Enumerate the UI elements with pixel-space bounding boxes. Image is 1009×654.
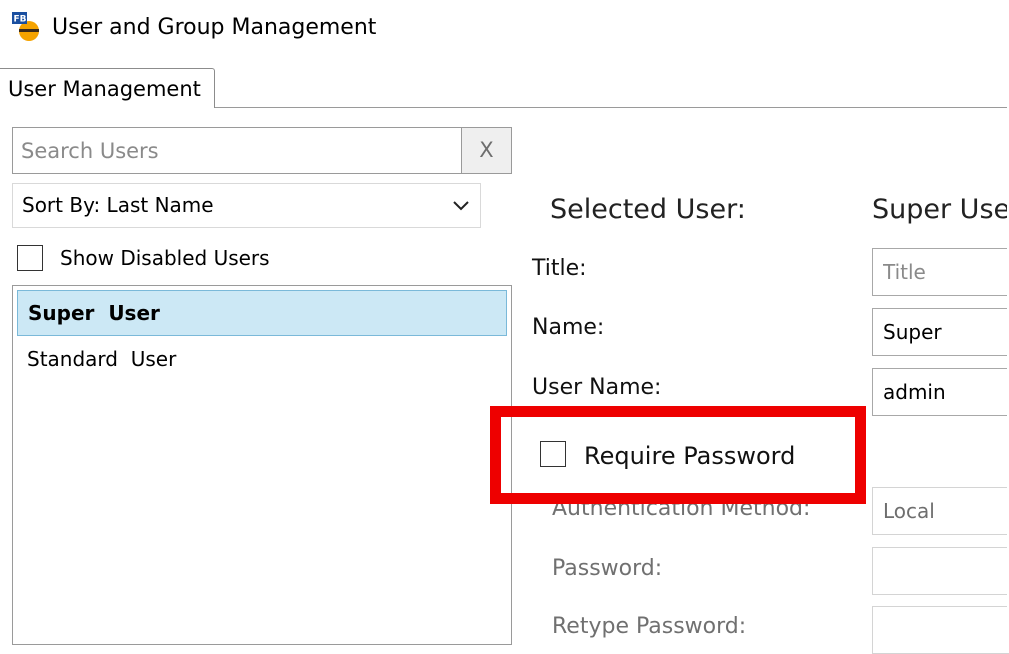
title-field[interactable]: [872, 248, 1009, 296]
app-logo-letters: FB: [14, 15, 27, 25]
tab-strip-divider: [215, 107, 1009, 108]
clear-search-button[interactable]: X: [461, 127, 512, 174]
user-list: Super User Standard User: [12, 285, 512, 645]
user-name-label: User Name:: [532, 375, 662, 400]
show-disabled-users-label: Show Disabled Users: [60, 246, 270, 270]
list-item-super-user[interactable]: Super User: [17, 290, 507, 336]
tab-user-management[interactable]: User Management: [0, 68, 215, 108]
authentication-method-field[interactable]: [872, 487, 1009, 535]
retype-password-label: Retype Password:: [552, 614, 747, 639]
sort-by-dropdown[interactable]: Sort By: Last Name: [12, 183, 481, 228]
password-label: Password:: [552, 556, 663, 581]
name-field[interactable]: [872, 308, 1009, 356]
retype-password-field[interactable]: [872, 606, 1009, 654]
title-label: Title:: [532, 256, 587, 281]
name-label: Name:: [532, 315, 605, 340]
sort-by-selected: Sort By: Last Name: [22, 193, 214, 217]
selected-user-label: Selected User:: [550, 194, 746, 225]
require-password-label: Require Password: [584, 442, 796, 470]
password-field[interactable]: [872, 547, 1009, 595]
list-item-standard-user[interactable]: Standard User: [17, 336, 507, 382]
show-disabled-users-checkbox[interactable]: [17, 245, 43, 271]
selected-user-value: Super User: [872, 194, 1009, 225]
user-name-field[interactable]: [872, 368, 1009, 416]
search-users-input[interactable]: [12, 127, 462, 174]
window-title: User and Group Management: [52, 15, 377, 40]
require-password-checkbox[interactable]: [540, 441, 566, 467]
chevron-down-icon: [453, 201, 469, 211]
app-logo-icon: FB: [12, 12, 39, 41]
